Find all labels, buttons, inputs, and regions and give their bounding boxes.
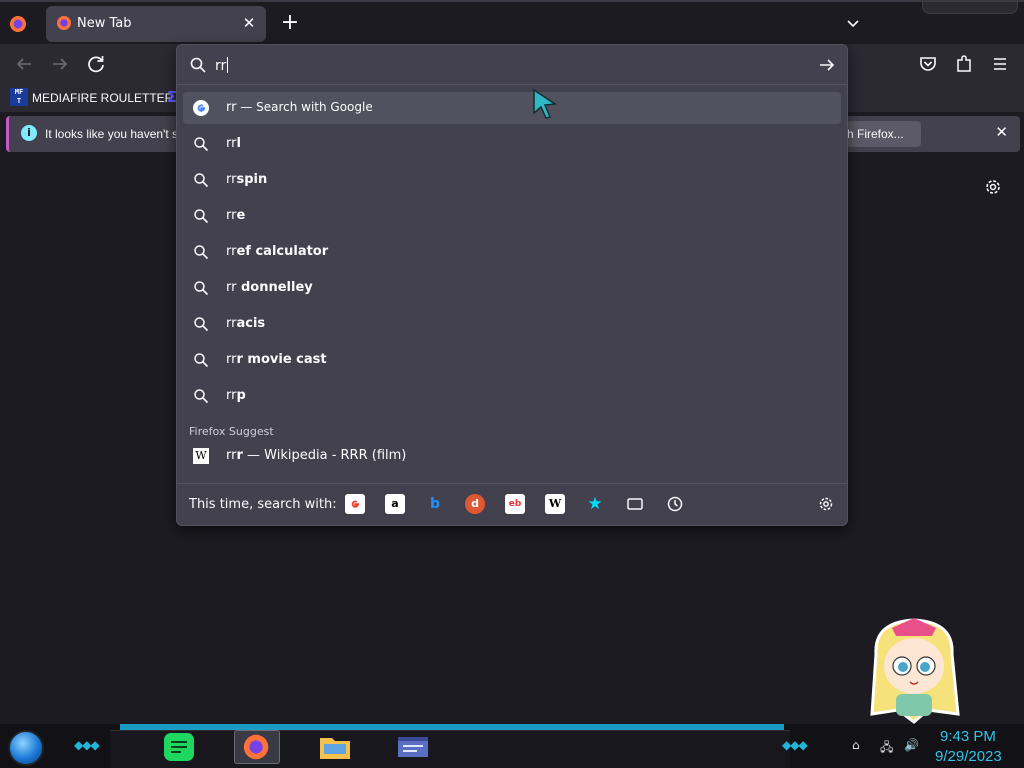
result-row-wikipedia[interactable]: W rrr — Wikipedia - RRR (film) <box>183 440 841 472</box>
forward-button[interactable] <box>48 52 72 76</box>
taskbar-frame <box>110 730 790 768</box>
list-all-tabs-icon[interactable] <box>842 14 864 34</box>
google-icon <box>193 100 209 116</box>
result-text: rre <box>226 208 246 223</box>
result-row-suggestion[interactable]: rre <box>183 200 841 232</box>
result-row-suggestion[interactable]: rref calculator <box>183 236 841 268</box>
urlbar-input[interactable]: rr <box>177 45 847 85</box>
result-row-suggestion[interactable]: rrp <box>183 380 841 412</box>
back-button[interactable] <box>12 52 36 76</box>
notification-text: It looks like you haven't s <box>45 127 179 141</box>
clock-time[interactable]: 9:43 PM <box>940 728 996 745</box>
urlbar-panel: rr rr — Search with Google rrl rrspin rr… <box>176 44 848 526</box>
result-text: rrl <box>226 136 241 151</box>
clock-date[interactable]: 9/29/2023 <box>935 748 1002 765</box>
history-clock-icon[interactable] <box>665 494 685 514</box>
result-row-suggestion[interactable]: rrspin <box>183 164 841 196</box>
notification-close-icon[interactable]: ✕ <box>995 123 1008 141</box>
search-icon <box>194 389 209 404</box>
app-menu-button[interactable] <box>988 52 1012 76</box>
wikipedia-engine-icon[interactable]: W <box>545 494 565 514</box>
result-row-suggestion[interactable]: rr donnelley <box>183 272 841 304</box>
reload-button[interactable] <box>84 52 108 76</box>
bookmarks-star-icon[interactable]: ★ <box>585 494 605 514</box>
search-icon <box>194 317 209 332</box>
result-row-suggestion[interactable]: rrr movie cast <box>183 344 841 376</box>
network-icon[interactable]: 🖧 <box>880 738 896 754</box>
duckduckgo-engine-icon[interactable]: d <box>465 494 485 514</box>
back-arrow-icon <box>16 58 31 70</box>
search-settings-gear-icon[interactable] <box>817 495 835 513</box>
taskbar-window-app[interactable] <box>390 730 436 764</box>
result-row-suggestion[interactable]: rrl <box>183 128 841 160</box>
decorative-chevrons: ◆◆◆ <box>782 738 808 752</box>
search-icon <box>190 57 206 73</box>
show-hidden-icons-icon[interactable]: ⌂ <box>852 738 868 754</box>
decorative-chevrons: ◆◆◆ <box>74 738 100 752</box>
result-text: rr — Search with Google <box>226 100 373 115</box>
google-engine-icon[interactable] <box>345 494 365 514</box>
search-icon <box>194 137 209 152</box>
result-text: rrspin <box>226 172 268 187</box>
tab-title: New Tab <box>77 16 132 31</box>
notification-action-button[interactable]: h Firefox... <box>841 121 921 147</box>
result-row-search-google[interactable]: rr — Search with Google <box>183 92 841 124</box>
start-button[interactable] <box>8 730 44 766</box>
pocket-icon <box>920 57 936 71</box>
customize-newtab-gear-icon[interactable] <box>983 177 1003 197</box>
reload-icon <box>88 56 104 73</box>
notes-app-icon <box>164 733 194 761</box>
puzzle-icon <box>957 55 971 72</box>
info-icon: i <box>21 125 37 141</box>
window-app-icon <box>398 737 428 757</box>
search-icon <box>194 173 209 188</box>
result-text: rrp <box>226 388 246 403</box>
search-icon <box>194 209 209 224</box>
mediafire-favicon-icon: MF T <box>10 88 28 106</box>
result-text: rrr — Wikipedia - RRR (film) <box>226 448 407 463</box>
ebay-engine-icon[interactable]: eb <box>505 494 525 514</box>
firefox-favicon-icon <box>57 16 71 30</box>
firefox-view-icon[interactable] <box>8 14 28 34</box>
search-icon <box>194 353 209 368</box>
bing-engine-icon[interactable]: b <box>425 494 445 514</box>
tab-strip: New Tab ✕ + <box>0 0 1024 44</box>
group-label-firefox-suggest: Firefox Suggest <box>189 425 274 438</box>
tab-new-tab[interactable]: New Tab ✕ <box>46 6 266 42</box>
one-off-search-bar: This time, search with: a b d eb W ★ <box>177 483 847 525</box>
result-text: rref calculator <box>226 244 329 259</box>
tab-close-icon[interactable]: ✕ <box>240 14 258 32</box>
one-off-label: This time, search with: <box>189 497 337 512</box>
forward-arrow-icon <box>53 58 68 70</box>
search-icon <box>194 245 209 260</box>
search-icon <box>194 281 209 296</box>
amazon-engine-icon[interactable]: a <box>385 494 405 514</box>
extensions-button[interactable] <box>952 52 976 76</box>
new-tab-button[interactable]: + <box>278 12 302 36</box>
result-text: rrr movie cast <box>226 352 327 367</box>
result-text: rr donnelley <box>226 280 313 295</box>
pocket-button[interactable] <box>916 52 940 76</box>
bookmark-mediafire-rouletter[interactable]: MEDIAFIRE ROULETTER <box>32 91 173 105</box>
volume-icon[interactable]: 🔊 <box>904 738 920 754</box>
taskbar-notes-app[interactable] <box>156 730 202 764</box>
folder-icon <box>320 738 350 759</box>
result-text: rracis <box>226 316 266 331</box>
urlbar-value: rr <box>215 57 229 74</box>
window-decoration <box>922 2 1018 14</box>
taskbar-file-explorer[interactable] <box>312 730 358 764</box>
result-row-suggestion[interactable]: rracis <box>183 308 841 340</box>
hamburger-menu-icon <box>994 58 1006 70</box>
go-arrow-icon[interactable] <box>817 55 837 75</box>
mouse-cursor-icon <box>533 88 558 119</box>
firefox-icon <box>243 734 269 760</box>
tabs-icon[interactable] <box>625 494 645 514</box>
wikipedia-icon: W <box>193 448 209 464</box>
taskbar-firefox[interactable] <box>234 730 280 764</box>
cartoon-character-sticker <box>870 618 960 724</box>
